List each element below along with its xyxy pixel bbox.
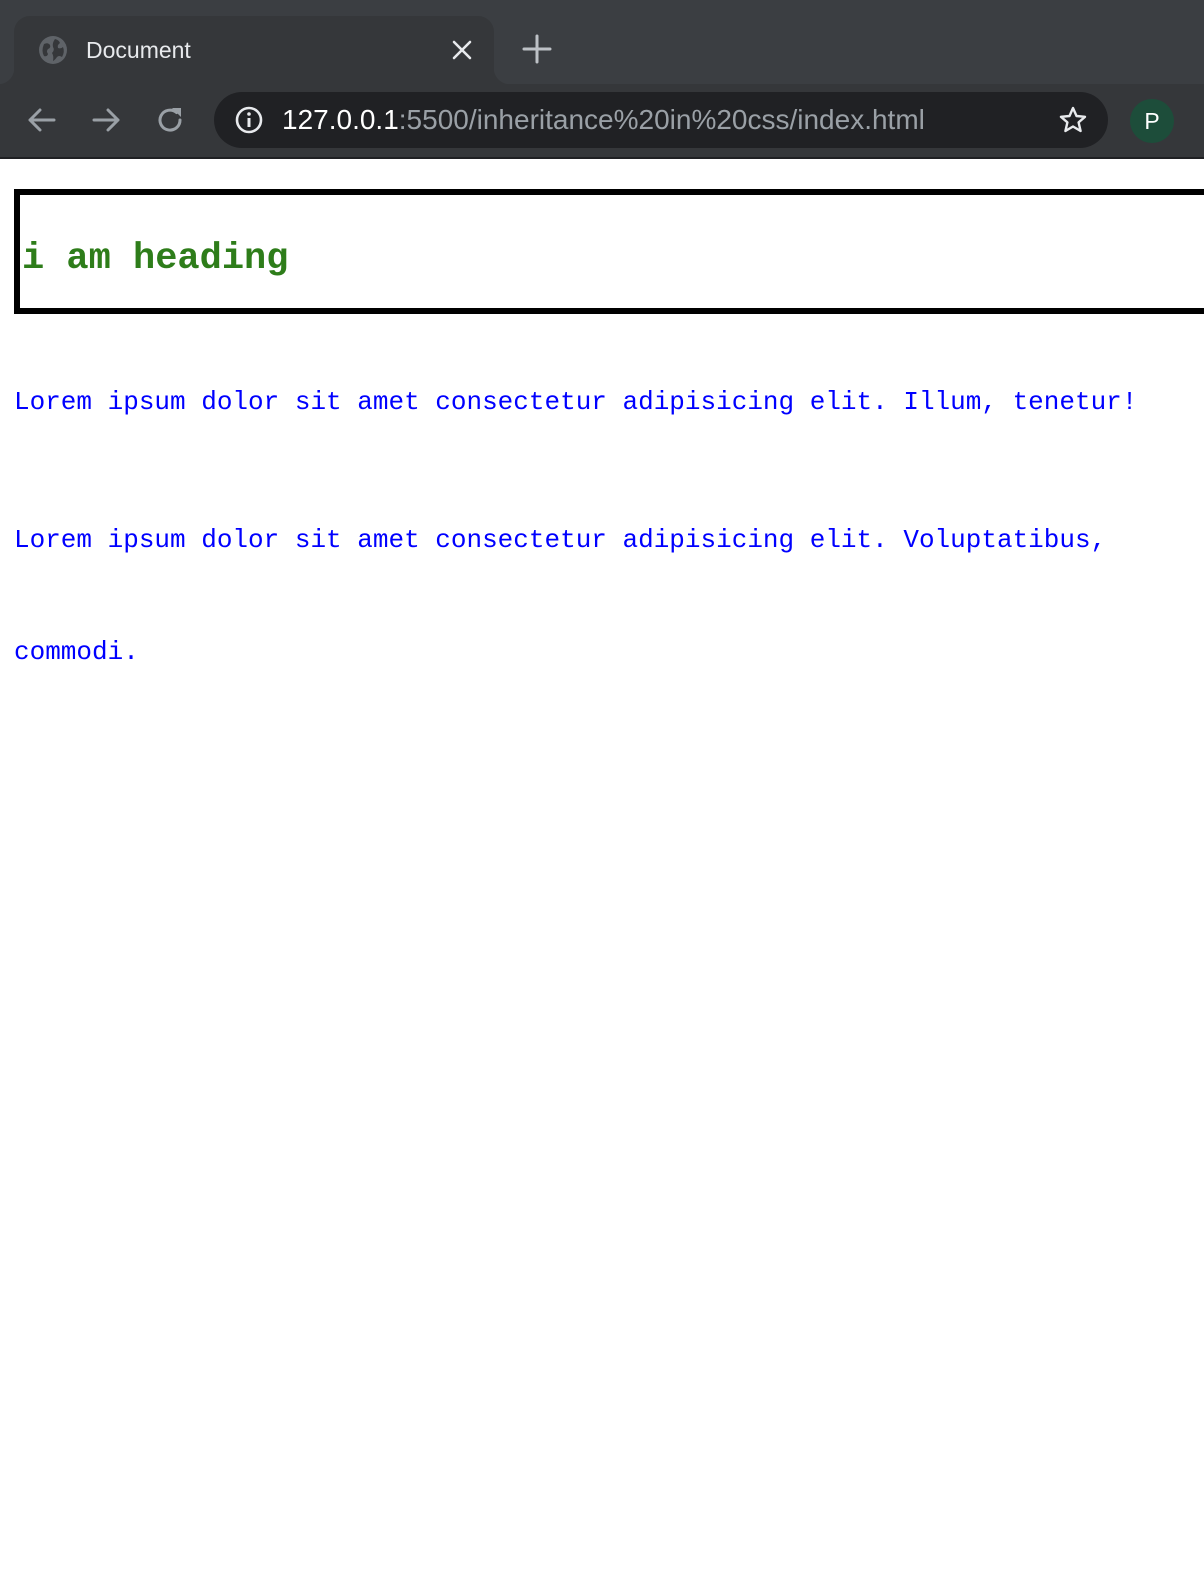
browser-tab[interactable]: Document: [0, 16, 510, 84]
paragraph-1: Lorem ipsum dolor sit amet consectetur a…: [14, 387, 1138, 417]
arrow-right-icon[interactable]: [88, 102, 124, 138]
url-path: :5500/inheritance%20in%20css/index.html: [398, 104, 925, 135]
reload-icon[interactable]: [152, 102, 188, 138]
avatar[interactable]: P: [1130, 99, 1174, 143]
paragraph-2-line-1: Lorem ipsum dolor sit amet consectetur a…: [14, 525, 1107, 555]
page-viewport: i am heading Lorem ipsum dolor sit amet …: [0, 159, 1204, 1570]
plus-icon[interactable]: [520, 32, 554, 66]
info-icon[interactable]: [234, 105, 264, 135]
globe-icon: [38, 35, 68, 65]
close-icon[interactable]: [450, 38, 474, 62]
address-bar[interactable]: 127.0.0.1:5500/inheritance%20in%20css/in…: [214, 92, 1108, 148]
arrow-left-icon[interactable]: [24, 102, 60, 138]
tab-strip: Document: [0, 0, 1204, 84]
tab-title: Document: [86, 36, 191, 63]
browser-toolbar: 127.0.0.1:5500/inheritance%20in%20css/in…: [0, 84, 1204, 157]
url-host: 127.0.0.1: [282, 104, 399, 135]
paragraph-2-line-2: commodi.: [14, 637, 139, 667]
avatar-initial: P: [1144, 107, 1160, 134]
heading-box: i am heading: [14, 189, 1204, 314]
star-icon[interactable]: [1058, 105, 1088, 135]
page-heading: i am heading: [22, 238, 289, 280]
url-text[interactable]: 127.0.0.1:5500/inheritance%20in%20css/in…: [282, 105, 925, 135]
